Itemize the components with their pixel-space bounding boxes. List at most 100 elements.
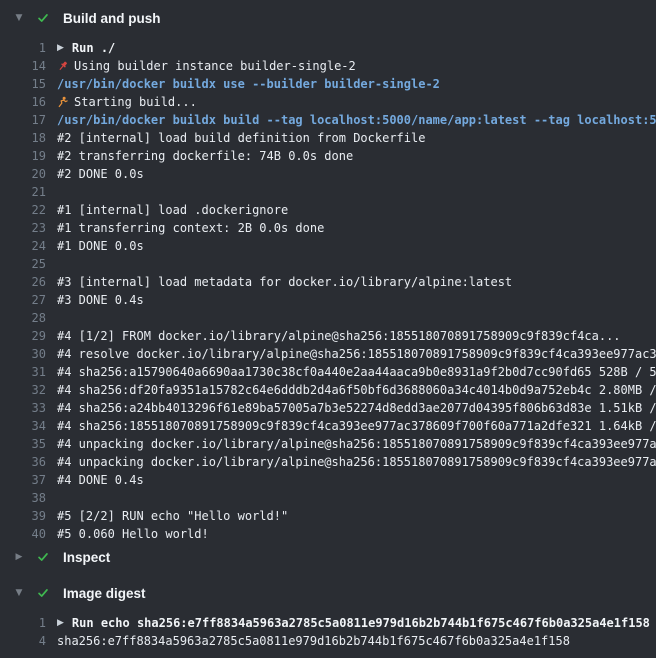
line-number[interactable]: 38 <box>0 489 46 507</box>
line-text: /usr/bin/docker buildx use --builder bui… <box>57 75 440 93</box>
check-icon <box>36 11 50 25</box>
log-line: 31 #4 sha256:a15790640a6690aa1730c38cf0a4… <box>0 363 656 381</box>
line-content: #4 sha256:a24bb4013296f61e89ba57005a7b3e… <box>57 399 656 417</box>
line-content: sha256:e7ff8834a5963a2785c5a0811e979d16b… <box>57 632 656 650</box>
line-text: #4 sha256:a24bb4013296f61e89ba57005a7b3e… <box>57 399 656 417</box>
line-number[interactable]: 29 <box>0 327 46 345</box>
line-number[interactable]: 4 <box>0 632 46 650</box>
line-number[interactable]: 1 <box>0 614 46 632</box>
line-number[interactable]: 17 <box>0 111 46 129</box>
log-line: 4 sha256:e7ff8834a5963a2785c5a0811e979d16… <box>0 632 656 650</box>
caret-right-icon[interactable]: ▶ <box>13 543 25 571</box>
line-number[interactable]: 18 <box>0 129 46 147</box>
line-number[interactable]: 40 <box>0 525 46 543</box>
log-line: 37 #4 DONE 0.4s <box>0 471 656 489</box>
line-number[interactable]: 16 <box>0 93 46 111</box>
line-content: #2 DONE 0.0s <box>57 165 656 183</box>
line-number[interactable]: 39 <box>0 507 46 525</box>
line-number[interactable]: 15 <box>0 75 46 93</box>
caret-down-icon[interactable]: ▼ <box>13 579 25 607</box>
log-line: 16 Starting build... <box>0 93 656 111</box>
section-header-image-digest[interactable]: ▼ Image digest <box>0 579 656 607</box>
line-content: #4 sha256:df20fa9351a15782c64e6dddb2d4a6… <box>57 381 656 399</box>
log-lines-image-digest: 1 ▶ Run echo sha256:e7ff8834a5963a2785c5a0… <box>0 607 656 650</box>
chevron-right-icon[interactable]: ▶ <box>57 39 64 57</box>
line-number[interactable]: 32 <box>0 381 46 399</box>
line-number[interactable]: 25 <box>0 255 46 273</box>
log-lines-build-and-push: 1 ▶Run ./14 Using builder instance builde… <box>0 32 656 543</box>
line-number[interactable]: 19 <box>0 147 46 165</box>
line-text: #4 resolve docker.io/library/alpine@sha2… <box>57 345 656 363</box>
line-number[interactable]: 33 <box>0 399 46 417</box>
line-number[interactable]: 20 <box>0 165 46 183</box>
line-content: #1 DONE 0.0s <box>57 237 656 255</box>
log-line: 33 #4 sha256:a24bb4013296f61e89ba57005a7b… <box>0 399 656 417</box>
line-number[interactable]: 1 <box>0 39 46 57</box>
log-line: 24 #1 DONE 0.0s <box>0 237 656 255</box>
line-number[interactable]: 14 <box>0 57 46 75</box>
section-header-inspect[interactable]: ▶ Inspect <box>0 543 656 571</box>
line-number[interactable]: 23 <box>0 219 46 237</box>
line-number[interactable]: 28 <box>0 309 46 327</box>
line-content: #4 unpacking docker.io/library/alpine@sh… <box>57 453 656 471</box>
check-icon <box>36 550 50 564</box>
line-number[interactable]: 22 <box>0 201 46 219</box>
line-text: Run echo sha256:e7ff8834a5963a2785c5a081… <box>72 614 650 632</box>
line-text: sha256:e7ff8834a5963a2785c5a0811e979d16b… <box>57 632 570 650</box>
log-container: ▼ Build and push 1 ▶Run ./14 Using builder… <box>0 4 656 650</box>
line-text: #4 unpacking docker.io/library/alpine@sh… <box>57 435 656 453</box>
section-header-build-and-push[interactable]: ▼ Build and push <box>0 4 656 32</box>
log-line: 35 #4 unpacking docker.io/library/alpine@… <box>0 435 656 453</box>
line-number[interactable]: 27 <box>0 291 46 309</box>
line-content: ▶Run ./ <box>57 39 656 57</box>
line-number[interactable]: 34 <box>0 417 46 435</box>
line-number[interactable]: 21 <box>0 183 46 201</box>
pushpin-icon <box>57 60 69 72</box>
log-line: 18 #2 [internal] load build definition fr… <box>0 129 656 147</box>
section-title: Inspect <box>63 550 110 565</box>
log-line: 20 #2 DONE 0.0s <box>0 165 656 183</box>
log-line: 27 #3 DONE 0.4s <box>0 291 656 309</box>
log-line: 34 #4 sha256:185518070891758909c9f839cf4c… <box>0 417 656 435</box>
log-line: 28 <box>0 309 656 327</box>
line-number[interactable]: 26 <box>0 273 46 291</box>
line-number[interactable]: 31 <box>0 363 46 381</box>
line-content: #1 transferring context: 2B 0.0s done <box>57 219 656 237</box>
line-number[interactable]: 30 <box>0 345 46 363</box>
line-content: #1 [internal] load .dockerignore <box>57 201 656 219</box>
line-text: #5 0.060 Hello world! <box>57 525 209 543</box>
line-text: #2 [internal] load build definition from… <box>57 129 425 147</box>
log-section-build-and-push: ▼ Build and push 1 ▶Run ./14 Using builder… <box>0 4 656 543</box>
line-text: #4 unpacking docker.io/library/alpine@sh… <box>57 453 656 471</box>
line-number[interactable]: 24 <box>0 237 46 255</box>
log-line: 21 <box>0 183 656 201</box>
line-text: Starting build... <box>74 93 197 111</box>
line-text: #4 sha256:185518070891758909c9f839cf4ca3… <box>57 417 656 435</box>
line-content <box>57 309 656 327</box>
line-content: #4 sha256:185518070891758909c9f839cf4ca3… <box>57 417 656 435</box>
chevron-right-icon[interactable]: ▶ <box>57 614 64 632</box>
line-text: #1 DONE 0.0s <box>57 237 144 255</box>
line-content: #2 transferring dockerfile: 74B 0.0s don… <box>57 147 656 165</box>
log-line: 23 #1 transferring context: 2B 0.0s done <box>0 219 656 237</box>
line-content: /usr/bin/docker buildx use --builder bui… <box>57 75 656 93</box>
line-text: #3 DONE 0.4s <box>57 291 144 309</box>
line-text: #4 DONE 0.4s <box>57 471 144 489</box>
line-content: #4 sha256:a15790640a6690aa1730c38cf0a440… <box>57 363 656 381</box>
line-content: #2 [internal] load build definition from… <box>57 129 656 147</box>
line-content: /usr/bin/docker buildx build --tag local… <box>57 111 656 129</box>
log-line: 15/usr/bin/docker buildx use --builder b… <box>0 75 656 93</box>
line-number[interactable]: 36 <box>0 453 46 471</box>
caret-down-icon[interactable]: ▼ <box>13 4 25 32</box>
line-content: #4 unpacking docker.io/library/alpine@sh… <box>57 435 656 453</box>
line-text: #4 [1/2] FROM docker.io/library/alpine@s… <box>57 327 621 345</box>
log-line: 39#5 [2/2] RUN echo "Hello world!" <box>0 507 656 525</box>
line-number[interactable]: 35 <box>0 435 46 453</box>
line-number[interactable]: 37 <box>0 471 46 489</box>
line-text: #4 sha256:df20fa9351a15782c64e6dddb2d4a6… <box>57 381 656 399</box>
log-line: 36 #4 unpacking docker.io/library/alpine@… <box>0 453 656 471</box>
log-section-inspect: ▶ Inspect <box>0 543 656 571</box>
log-line: 25 <box>0 255 656 273</box>
log-line: 29 #4 [1/2] FROM docker.io/library/alpine… <box>0 327 656 345</box>
log-line: 14 Using builder instance builder-single… <box>0 57 656 75</box>
